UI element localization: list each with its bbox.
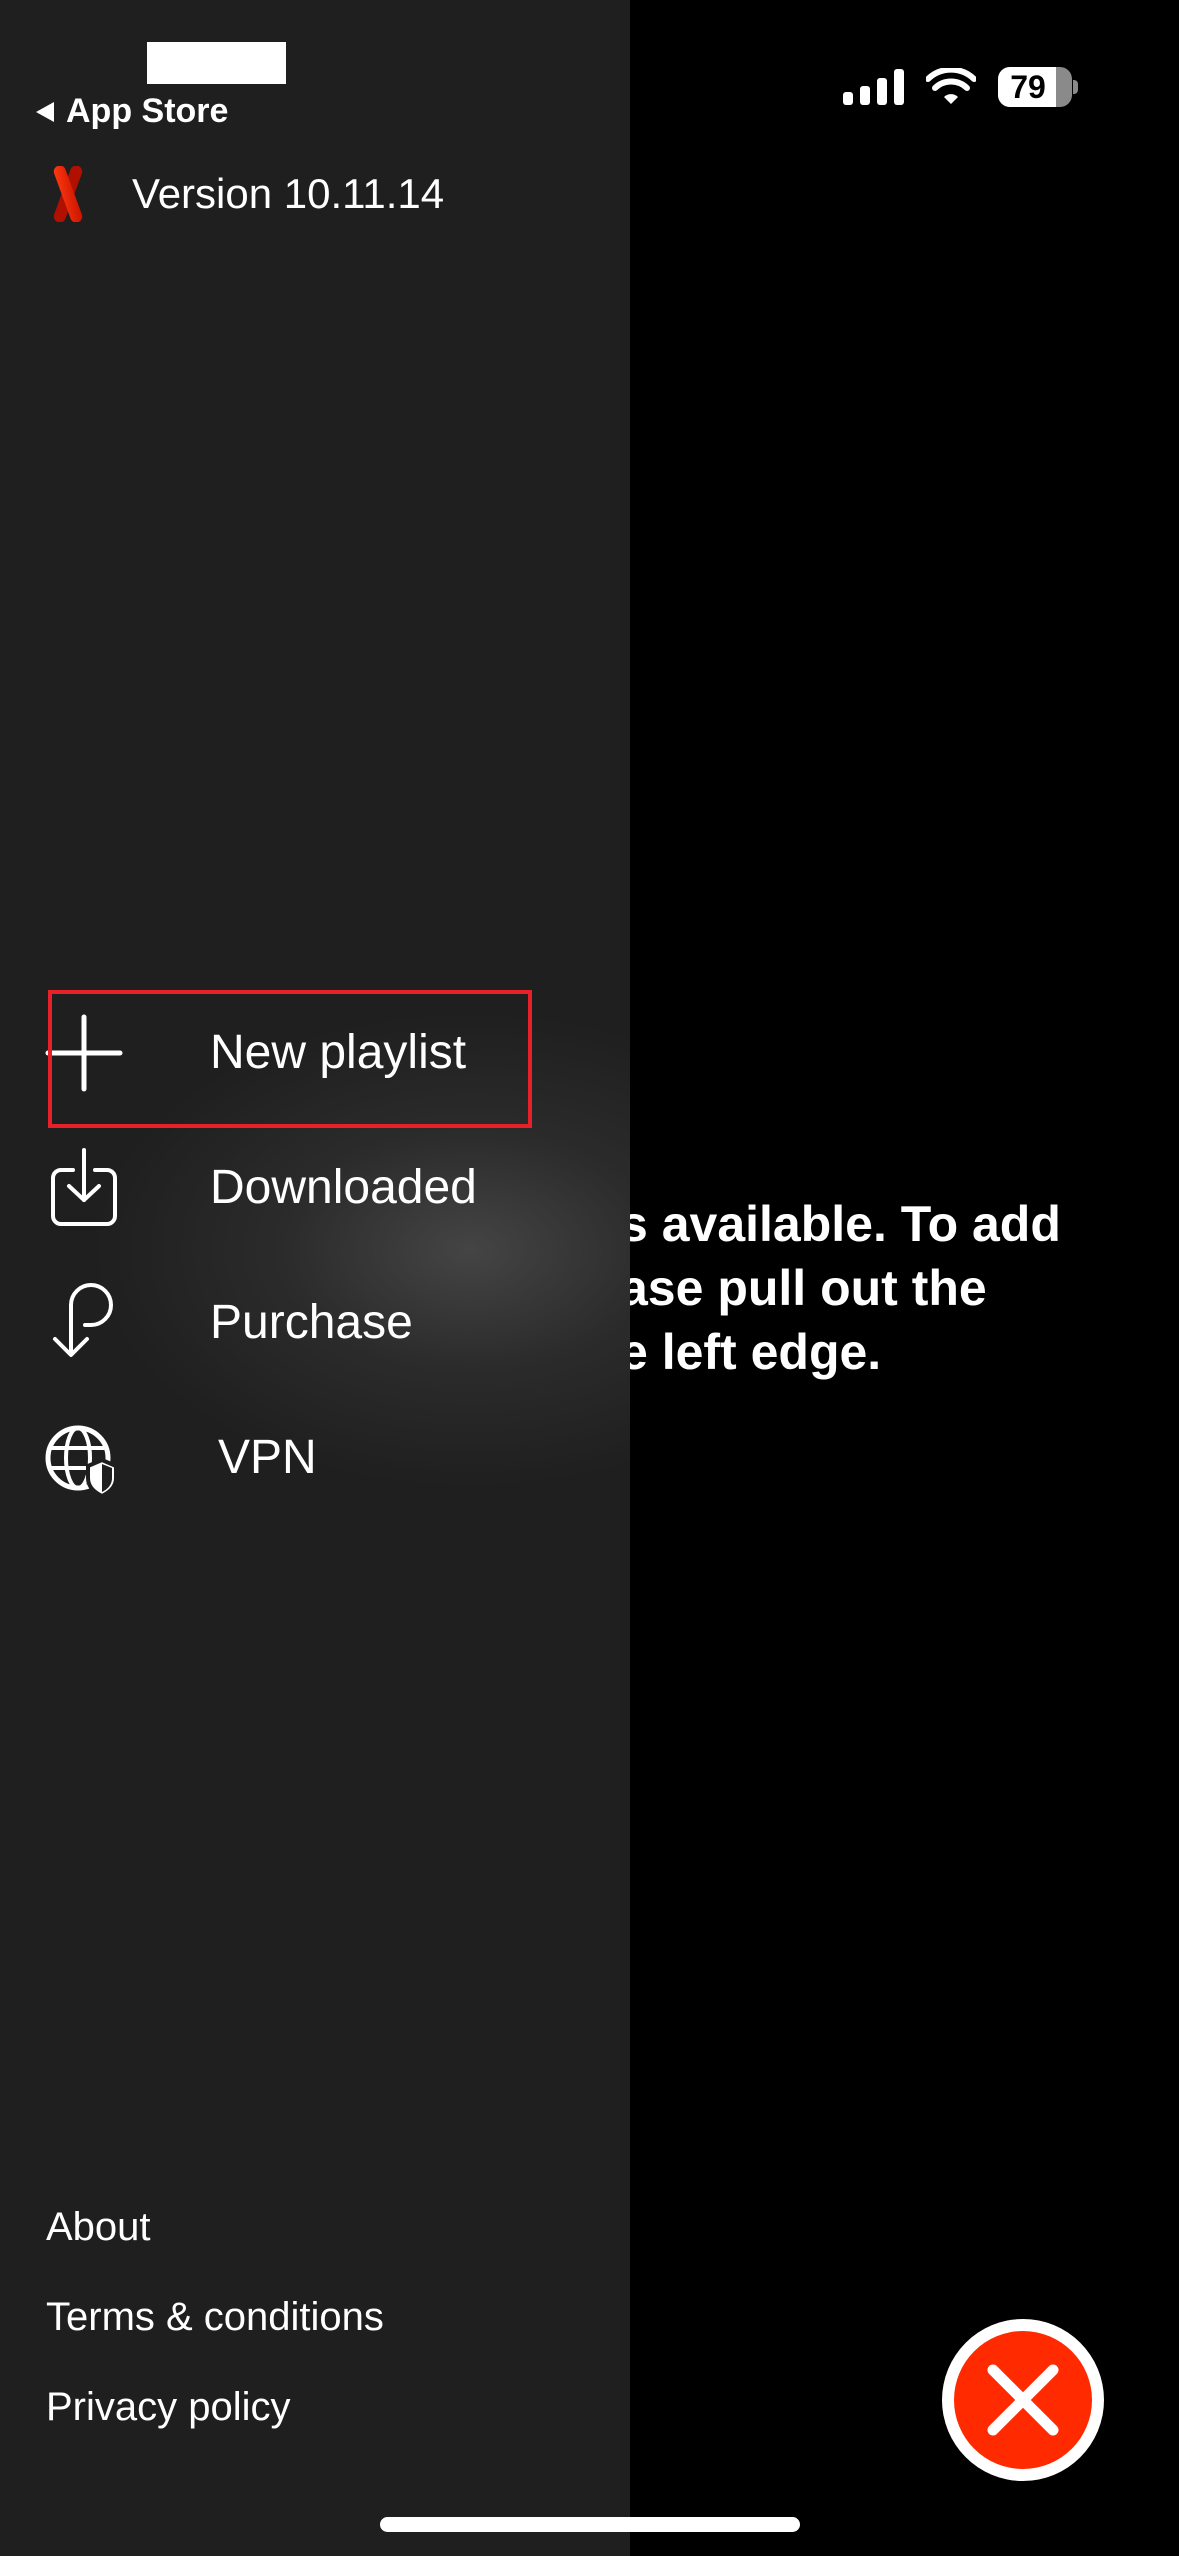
side-drawer: App Store Version 10.11.14 New playlist (0, 0, 630, 2556)
menu-item-purchase[interactable]: Purchase (0, 1255, 630, 1390)
download-icon (44, 1147, 124, 1228)
battery-indicator: 79 (998, 67, 1078, 107)
menu-item-label: Purchase (210, 1296, 413, 1349)
status-bar-indicators: 79 (843, 62, 1078, 112)
menu-item-label: New playlist (210, 1026, 467, 1079)
menu-item-label: VPN (218, 1431, 317, 1484)
globe-shield-icon (44, 1418, 124, 1498)
plus-icon (44, 1013, 124, 1093)
drawer-footer-links: About Terms & conditions Privacy policy (46, 2198, 384, 2468)
menu-item-new-playlist[interactable]: New playlist (0, 985, 630, 1120)
drawer-menu: New playlist Downloaded Purchase VPN (0, 985, 630, 1525)
menu-item-vpn[interactable]: VPN (0, 1390, 630, 1525)
version-row: Version 10.11.14 (48, 166, 444, 222)
privacy-policy-link[interactable]: Privacy policy (46, 2378, 384, 2468)
close-drawer-button[interactable] (942, 2319, 1104, 2481)
menu-item-label: Downloaded (210, 1161, 477, 1214)
battery-percent: 79 (1010, 68, 1046, 105)
redacted-time (147, 42, 286, 84)
x-logo-icon (53, 166, 83, 222)
back-triangle-icon (36, 101, 54, 122)
about-link[interactable]: About (46, 2198, 384, 2288)
home-indicator (380, 2517, 800, 2532)
menu-item-downloaded[interactable]: Downloaded (0, 1120, 630, 1255)
cellular-signal-icon (843, 69, 904, 105)
version-label: Version 10.11.14 (132, 170, 445, 217)
wifi-icon (926, 68, 976, 104)
terms-link[interactable]: Terms & conditions (46, 2288, 384, 2378)
purchase-arrow-icon (44, 1282, 124, 1363)
close-icon (987, 2364, 1059, 2436)
back-to-app-store-link[interactable]: App Store (36, 92, 228, 131)
back-link-label: App Store (66, 92, 229, 130)
